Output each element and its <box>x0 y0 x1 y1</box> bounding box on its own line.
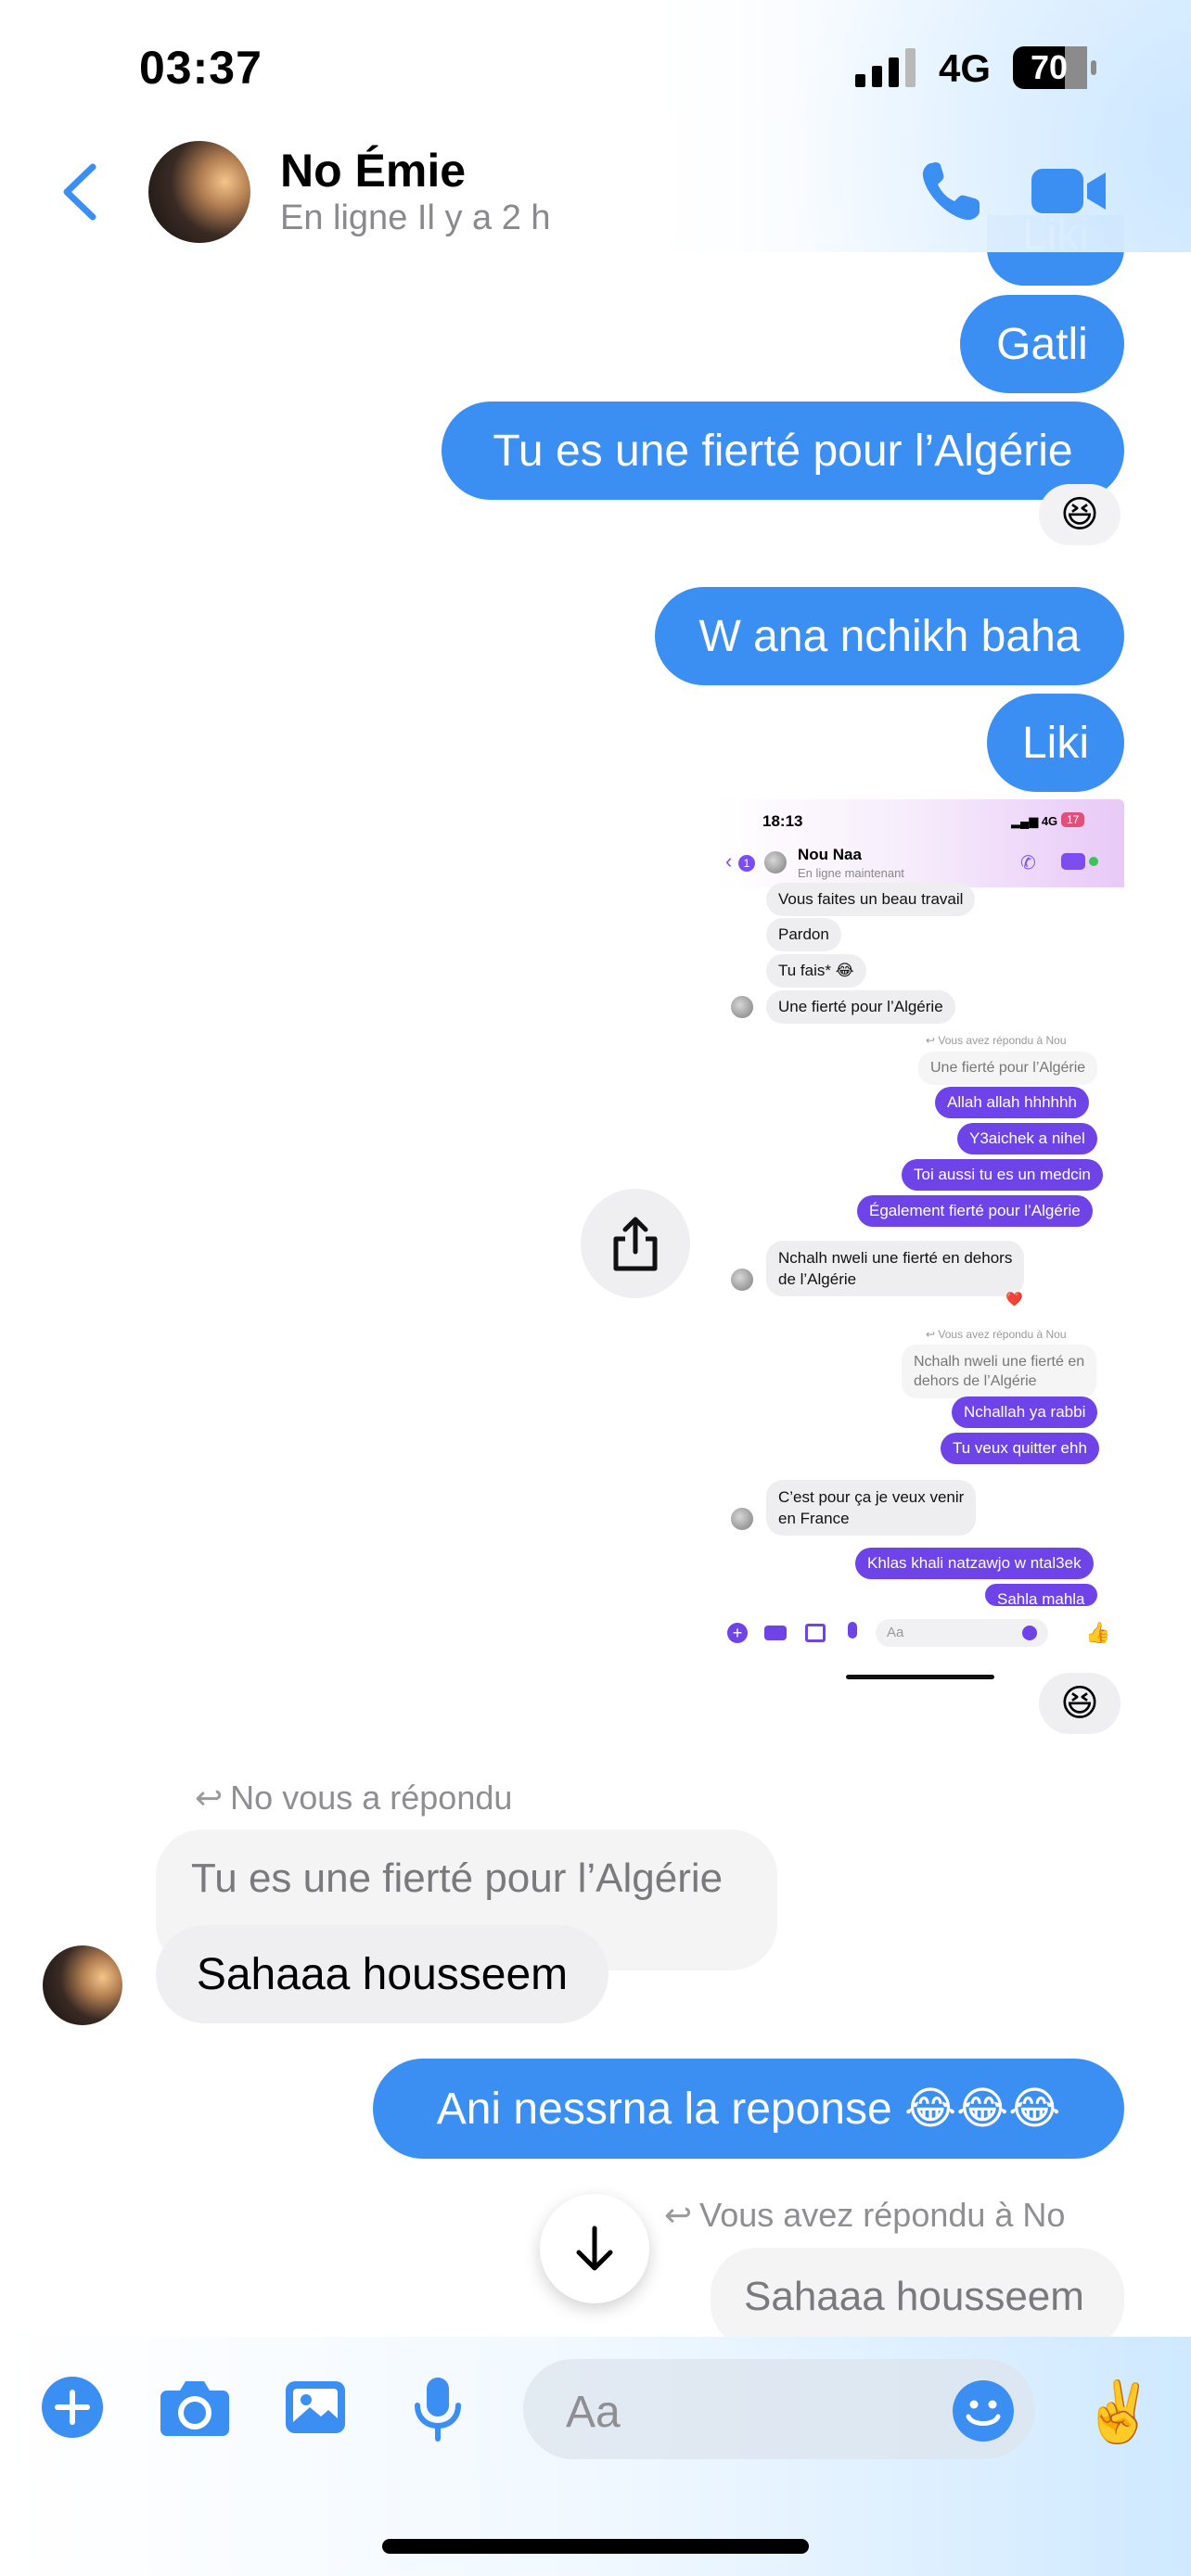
signal-icon <box>855 48 916 87</box>
network-type: 4G <box>939 46 992 90</box>
avatar[interactable] <box>148 141 250 243</box>
contact-name[interactable]: No Émie <box>280 144 466 198</box>
screenshot-quote: Nchalh nweli une fierté en dehors de l’A… <box>902 1345 1097 1398</box>
screenshot-message-in: C’est pour ça je veux venir en France <box>766 1480 977 1536</box>
reply-label: ↩ No vous a répondu <box>195 1779 513 1817</box>
phone-icon[interactable] <box>918 158 985 224</box>
camera-icon[interactable] <box>160 2376 230 2439</box>
screenshot-contact-status: En ligne maintenant <box>798 866 904 880</box>
reply-arrow-icon: ↩ <box>195 1779 224 1817</box>
screenshot-avatar <box>729 994 755 1020</box>
reaction-badge[interactable]: 😆 <box>1039 1673 1121 1734</box>
screenshot-contact-name: Nou Naa <box>798 846 862 863</box>
sender-avatar[interactable] <box>43 1945 122 2025</box>
screenshot-image-icon <box>805 1624 826 1642</box>
screenshot-composer: + Aa 👍 <box>722 1613 1121 1654</box>
screenshot-emoji-icon <box>1022 1626 1037 1640</box>
screenshot-message-in: Nchalh nweli une fierté en dehors de l’A… <box>766 1241 1025 1296</box>
screenshot-unread-badge: 1 <box>738 855 755 872</box>
screenshot-message-in: Tu fais* 😂 <box>766 954 866 988</box>
screenshot-home-indicator <box>846 1675 994 1679</box>
video-camera-icon[interactable] <box>1031 165 1108 217</box>
screenshot-avatar <box>729 1506 755 1532</box>
screenshot-reply-label: ↩ Vous avez répondu à Nou <box>926 1328 1067 1341</box>
share-button[interactable] <box>581 1189 690 1298</box>
plus-icon[interactable] <box>41 2376 104 2439</box>
screenshot-message-in: Pardon <box>766 918 841 951</box>
message-bubble-incoming[interactable]: Sahaaa housseem <box>156 1925 608 2023</box>
screenshot-message-out: Sahla mahla <box>985 1584 1097 1606</box>
message-bubble-outgoing[interactable]: Gatli <box>960 295 1124 393</box>
screenshot-battery: 17 <box>1061 812 1085 827</box>
screenshot-quote: Une fierté pour l’Algérie <box>918 1052 1098 1085</box>
message-bubble-outgoing[interactable]: W ana nchikh baha <box>655 587 1124 685</box>
screenshot-plus-icon: + <box>727 1623 748 1643</box>
screenshot-time: 18:13 <box>762 812 803 830</box>
home-indicator <box>382 2539 809 2554</box>
reply-label: ↩ Vous avez répondu à No <box>664 2196 1066 2234</box>
screenshot-like-icon: 👍 <box>1085 1621 1111 1644</box>
message-bubble-outgoing[interactable]: Liki <box>987 694 1124 792</box>
screenshot-message-out: Allah allah hhhhhh <box>935 1087 1089 1118</box>
screenshot-message-in: Une fierté pour l’Algérie <box>766 990 955 1024</box>
emoji-icon[interactable] <box>952 2379 1015 2442</box>
screenshot-online-dot <box>1089 857 1098 866</box>
share-icon <box>613 1217 658 1271</box>
screenshot-reply-label: ↩ Vous avez répondu à Nou <box>926 1034 1067 1047</box>
screenshot-message-in: Vous faites un beau travail <box>766 883 976 916</box>
screenshot-signal: ▂▄▆ 4G <box>1011 814 1058 828</box>
shared-screenshot-image[interactable]: 18:13 ▂▄▆ 4G 17 ‹ 1 Nou Naa En ligne mai… <box>716 799 1124 1690</box>
screenshot-heart-reaction: ❤️ <box>1005 1292 1023 1307</box>
screenshot-message-out: Toi aussi tu es un medcin <box>902 1159 1103 1191</box>
message-bubble-outgoing[interactable]: Tu es une fierté pour l’Algérie <box>442 402 1124 500</box>
header-gradient <box>634 0 1191 252</box>
screenshot-message-out: Également fierté pour l’Algérie <box>857 1195 1093 1227</box>
screenshot-back-icon: ‹ <box>725 849 733 873</box>
quick-reaction-button[interactable]: ✌️ <box>1082 2378 1156 2447</box>
message-input-placeholder: Aa <box>566 2388 621 2437</box>
scroll-to-bottom-button[interactable] <box>540 2194 649 2303</box>
image-icon[interactable] <box>284 2376 347 2439</box>
screenshot-avatar <box>762 849 788 875</box>
reply-arrow-icon: ↩ <box>664 2196 693 2234</box>
screenshot-camera-icon <box>764 1626 787 1640</box>
battery-icon: 70 <box>1013 46 1098 89</box>
status-time: 03:37 <box>139 42 263 94</box>
contact-status: En ligne Il y a 2 h <box>280 198 551 237</box>
screenshot-video-icon <box>1061 853 1085 870</box>
microphone-icon[interactable] <box>412 2376 464 2442</box>
screenshot-message-out: Tu veux quitter ehh <box>941 1433 1099 1464</box>
battery-level: 70 <box>1030 48 1069 86</box>
screenshot-phone-icon: ✆ <box>1020 853 1036 874</box>
screenshot-mic-icon <box>848 1622 857 1639</box>
quoted-message[interactable]: Sahaaa housseem <box>711 2248 1124 2350</box>
screenshot-message-out: Y3aichek a nihel <box>957 1123 1097 1154</box>
screenshot-message-out: Nchallah ya rabbi <box>952 1396 1098 1428</box>
screenshot-input: Aa <box>876 1619 1048 1647</box>
chevron-left-icon[interactable] <box>56 159 102 224</box>
screenshot-avatar <box>729 1267 755 1293</box>
arrow-down-icon <box>576 2225 613 2271</box>
screenshot-message-out: Khlas khali natzawjo w ntal3ek <box>855 1548 1094 1579</box>
message-bubble-outgoing[interactable]: Ani nessrna la reponse 😂😂😂 <box>373 2059 1124 2159</box>
reaction-badge[interactable]: 😆 <box>1039 484 1121 545</box>
